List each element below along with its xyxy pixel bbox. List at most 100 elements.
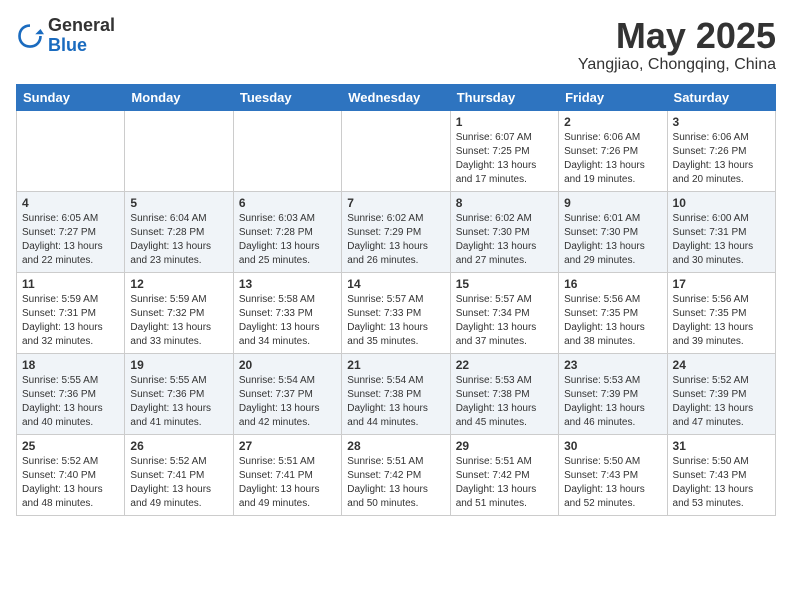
day-number: 6 [239,196,336,210]
day-info: Sunrise: 6:00 AM Sunset: 7:31 PM Dayligh… [673,212,770,268]
day-number: 10 [673,196,770,210]
day-number: 2 [564,115,661,129]
day-number: 1 [456,115,553,129]
day-number: 26 [130,439,227,453]
logo: General Blue [16,16,115,56]
day-info: Sunrise: 5:56 AM Sunset: 7:35 PM Dayligh… [564,293,661,349]
calendar-cell: 15 Sunrise: 5:57 AM Sunset: 7:34 PM Dayli… [450,272,558,353]
day-number: 12 [130,277,227,291]
calendar-cell: 31 Sunrise: 5:50 AM Sunset: 7:43 PM Dayli… [667,434,775,515]
calendar-cell: 7 Sunrise: 6:02 AM Sunset: 7:29 PM Daylig… [342,191,450,272]
calendar-cell: 20 Sunrise: 5:54 AM Sunset: 7:37 PM Dayli… [233,353,341,434]
calendar-cell: 16 Sunrise: 5:56 AM Sunset: 7:35 PM Dayli… [559,272,667,353]
day-info: Sunrise: 5:52 AM Sunset: 7:39 PM Dayligh… [673,374,770,430]
day-number: 28 [347,439,444,453]
day-number: 7 [347,196,444,210]
day-info: Sunrise: 5:59 AM Sunset: 7:32 PM Dayligh… [130,293,227,349]
day-number: 20 [239,358,336,372]
day-info: Sunrise: 5:50 AM Sunset: 7:43 PM Dayligh… [673,455,770,511]
calendar-cell: 9 Sunrise: 6:01 AM Sunset: 7:30 PM Daylig… [559,191,667,272]
day-info: Sunrise: 6:04 AM Sunset: 7:28 PM Dayligh… [130,212,227,268]
calendar-cell: 11 Sunrise: 5:59 AM Sunset: 7:31 PM Dayli… [17,272,125,353]
calendar-cell: 1 Sunrise: 6:07 AM Sunset: 7:25 PM Daylig… [450,110,558,191]
day-number: 22 [456,358,553,372]
logo-text: General Blue [48,16,115,56]
calendar-week-3: 11 Sunrise: 5:59 AM Sunset: 7:31 PM Dayli… [17,272,776,353]
day-info: Sunrise: 5:52 AM Sunset: 7:41 PM Dayligh… [130,455,227,511]
day-info: Sunrise: 6:06 AM Sunset: 7:26 PM Dayligh… [673,131,770,187]
day-info: Sunrise: 5:53 AM Sunset: 7:38 PM Dayligh… [456,374,553,430]
day-number: 15 [456,277,553,291]
day-info: Sunrise: 6:05 AM Sunset: 7:27 PM Dayligh… [22,212,119,268]
calendar-cell: 23Sunrise: 5:53 AM Sunset: 7:39 PM Dayli… [559,353,667,434]
day-info: Sunrise: 6:07 AM Sunset: 7:25 PM Dayligh… [456,131,553,187]
calendar-cell [17,110,125,191]
day-info: Sunrise: 5:59 AM Sunset: 7:31 PM Dayligh… [22,293,119,349]
location-title: Yangjiao, Chongqing, China [578,56,776,74]
month-title: May 2025 [578,16,776,56]
day-info: Sunrise: 5:55 AM Sunset: 7:36 PM Dayligh… [22,374,119,430]
calendar-week-1: 1 Sunrise: 6:07 AM Sunset: 7:25 PM Daylig… [17,110,776,191]
calendar-cell: 30 Sunrise: 5:50 AM Sunset: 7:43 PM Dayli… [559,434,667,515]
calendar-cell: 28 Sunrise: 5:51 AM Sunset: 7:42 PM Dayli… [342,434,450,515]
day-number: 25 [22,439,119,453]
weekday-header-monday: Monday [125,84,233,110]
calendar-cell: 12 Sunrise: 5:59 AM Sunset: 7:32 PM Dayli… [125,272,233,353]
day-info: Sunrise: 5:50 AM Sunset: 7:43 PM Dayligh… [564,455,661,511]
weekday-header-thursday: Thursday [450,84,558,110]
day-number: 24 [673,358,770,372]
calendar-cell: 17Sunrise: 5:56 AM Sunset: 7:35 PM Dayli… [667,272,775,353]
day-number: 9 [564,196,661,210]
day-info: Sunrise: 6:02 AM Sunset: 7:30 PM Dayligh… [456,212,553,268]
day-info: Sunrise: 5:58 AM Sunset: 7:33 PM Dayligh… [239,293,336,349]
day-info: Sunrise: 5:55 AM Sunset: 7:36 PM Dayligh… [130,374,227,430]
day-info: Sunrise: 5:57 AM Sunset: 7:33 PM Dayligh… [347,293,444,349]
day-info: Sunrise: 6:03 AM Sunset: 7:28 PM Dayligh… [239,212,336,268]
day-info: Sunrise: 5:57 AM Sunset: 7:34 PM Dayligh… [456,293,553,349]
calendar-cell [342,110,450,191]
day-info: Sunrise: 5:53 AM Sunset: 7:39 PM Dayligh… [564,374,661,430]
calendar-cell: 13 Sunrise: 5:58 AM Sunset: 7:33 PM Dayli… [233,272,341,353]
weekday-header-tuesday: Tuesday [233,84,341,110]
day-info: Sunrise: 5:56 AM Sunset: 7:35 PM Dayligh… [673,293,770,349]
day-info: Sunrise: 5:54 AM Sunset: 7:38 PM Dayligh… [347,374,444,430]
day-number: 5 [130,196,227,210]
day-info: Sunrise: 6:01 AM Sunset: 7:30 PM Dayligh… [564,212,661,268]
calendar-week-4: 18 Sunrise: 5:55 AM Sunset: 7:36 PM Dayli… [17,353,776,434]
calendar-cell: 21Sunrise: 5:54 AM Sunset: 7:38 PM Dayli… [342,353,450,434]
day-number: 18 [22,358,119,372]
calendar-table: SundayMondayTuesdayWednesdayThursdayFrid… [16,84,776,516]
day-number: 4 [22,196,119,210]
calendar-cell: 27Sunrise: 5:51 AM Sunset: 7:41 PM Dayli… [233,434,341,515]
calendar-week-2: 4 Sunrise: 6:05 AM Sunset: 7:27 PM Daylig… [17,191,776,272]
weekday-header-row: SundayMondayTuesdayWednesdayThursdayFrid… [17,84,776,110]
day-number: 11 [22,277,119,291]
day-number: 8 [456,196,553,210]
calendar-cell: 14 Sunrise: 5:57 AM Sunset: 7:33 PM Dayli… [342,272,450,353]
logo-general-text: General [48,16,115,36]
day-number: 16 [564,277,661,291]
day-info: Sunrise: 5:51 AM Sunset: 7:42 PM Dayligh… [347,455,444,511]
day-info: Sunrise: 6:02 AM Sunset: 7:29 PM Dayligh… [347,212,444,268]
title-area: May 2025 Yangjiao, Chongqing, China [578,16,776,74]
calendar-week-5: 25Sunrise: 5:52 AM Sunset: 7:40 PM Dayli… [17,434,776,515]
calendar-cell: 2 Sunrise: 6:06 AM Sunset: 7:26 PM Daylig… [559,110,667,191]
page-header: General Blue May 2025 Yangjiao, Chongqin… [16,16,776,74]
calendar-cell: 3Sunrise: 6:06 AM Sunset: 7:26 PM Daylig… [667,110,775,191]
day-info: Sunrise: 5:51 AM Sunset: 7:42 PM Dayligh… [456,455,553,511]
day-number: 14 [347,277,444,291]
day-info: Sunrise: 6:06 AM Sunset: 7:26 PM Dayligh… [564,131,661,187]
calendar-cell [125,110,233,191]
weekday-header-sunday: Sunday [17,84,125,110]
calendar-cell: 19Sunrise: 5:55 AM Sunset: 7:36 PM Dayli… [125,353,233,434]
day-number: 13 [239,277,336,291]
weekday-header-wednesday: Wednesday [342,84,450,110]
day-number: 31 [673,439,770,453]
day-number: 30 [564,439,661,453]
calendar-cell: 8 Sunrise: 6:02 AM Sunset: 7:30 PM Daylig… [450,191,558,272]
calendar-cell [233,110,341,191]
calendar-cell: 29Sunrise: 5:51 AM Sunset: 7:42 PM Dayli… [450,434,558,515]
day-info: Sunrise: 5:54 AM Sunset: 7:37 PM Dayligh… [239,374,336,430]
calendar-cell: 26 Sunrise: 5:52 AM Sunset: 7:41 PM Dayli… [125,434,233,515]
calendar-cell: 5 Sunrise: 6:04 AM Sunset: 7:28 PM Daylig… [125,191,233,272]
